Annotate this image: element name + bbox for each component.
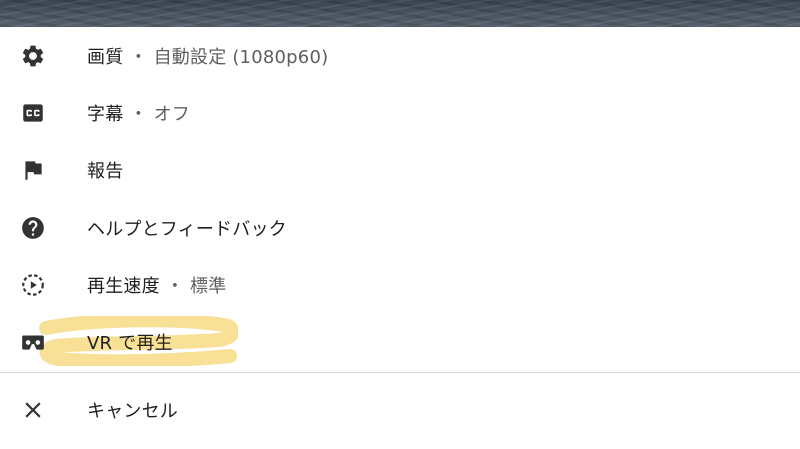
cancel-label: キャンセル [87,400,178,422]
separator-dot: ・ [129,46,148,68]
separator-dot: ・ [165,275,185,297]
speed-value: 標準 [190,275,227,297]
playback-speed-icon [20,272,46,298]
menu-item-playback-speed[interactable]: 再生速度・標準 [0,256,800,313]
cancel-button[interactable]: キャンセル [0,381,800,438]
menu-item-help[interactable]: ヘルプとフィードバック [0,199,800,256]
help-label: ヘルプとフィードバック [87,218,287,240]
gear-icon [20,43,46,69]
vr-label: VR で再生 [87,332,173,354]
captions-value: オフ [153,103,191,125]
menu-item-quality[interactable]: 画質・自動設定 (1080p60) [0,27,800,84]
vr-headset-icon [20,329,46,355]
flag-icon [20,157,46,183]
help-icon [20,215,46,241]
closed-captions-icon [20,100,46,126]
separator-dot: ・ [129,103,148,125]
menu-item-report[interactable]: 報告 [0,141,800,198]
video-preview-strip [0,0,800,27]
menu-item-captions[interactable]: 字幕・オフ [0,84,800,141]
menu-item-label: 画質・自動設定 (1080p60) [87,43,328,69]
captions-label: 字幕 [87,103,124,125]
menu-item-label: 字幕・オフ [87,100,190,126]
speed-label: 再生速度 [87,275,160,297]
quality-label: 画質 [87,46,124,68]
quality-value: 自動設定 (1080p60) [153,46,329,68]
menu-item-label: 再生速度・標準 [87,272,226,298]
menu-item-vr[interactable]: VR で再生 [0,313,800,370]
report-label: 報告 [87,160,124,182]
menu-divider [0,372,800,373]
close-icon [20,397,46,423]
